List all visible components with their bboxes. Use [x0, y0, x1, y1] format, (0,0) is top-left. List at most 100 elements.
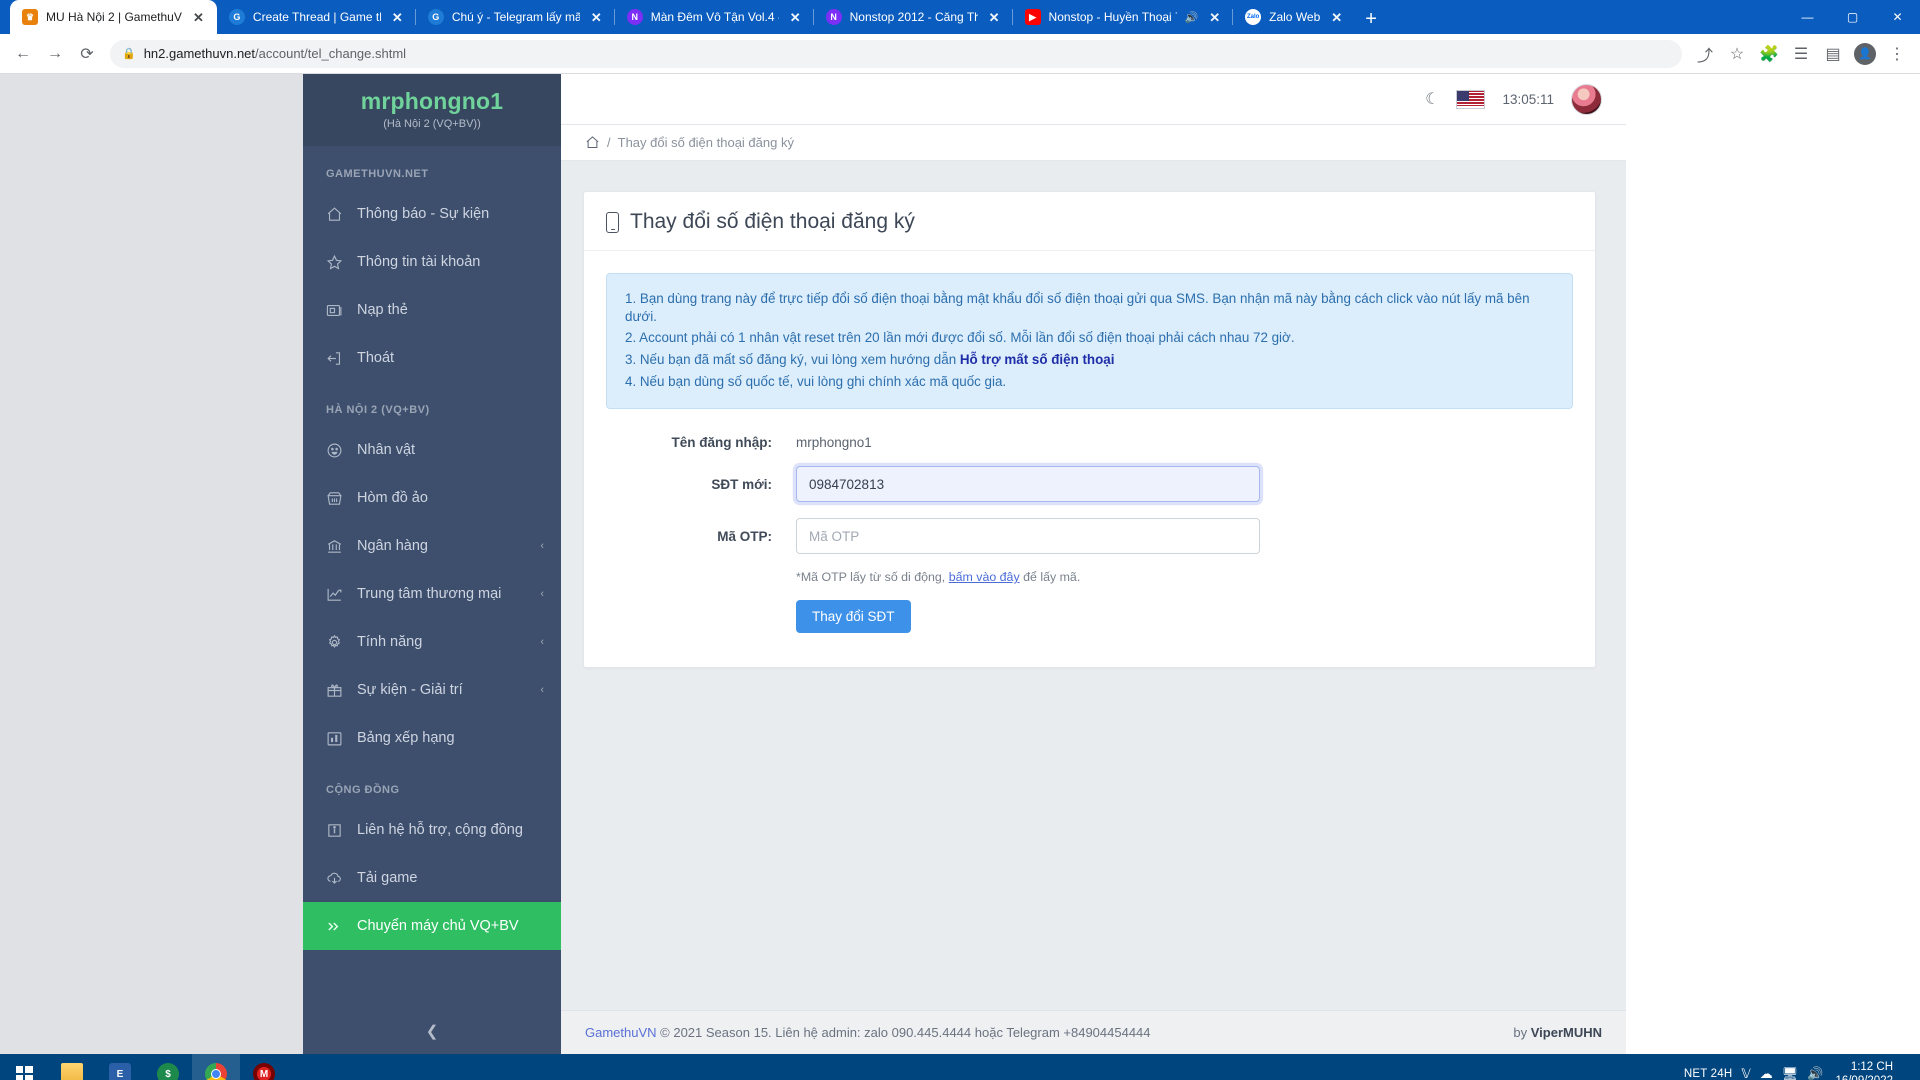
- browser-tab[interactable]: G Chú ý - Telegram lấy mã OTP mi ✕: [416, 0, 615, 34]
- reload-button[interactable]: ⟳: [72, 39, 102, 69]
- sidebar-spacer: [303, 950, 561, 1008]
- window-controls: — ▢ ✕: [1785, 0, 1920, 34]
- header-clock: 13:05:11: [1502, 92, 1554, 107]
- sidebar-item-hom-do-ao[interactable]: Hòm đồ ảo: [303, 474, 561, 522]
- browser-tab[interactable]: N Nonstop 2012 - Căng Thật Là Că ✕: [814, 0, 1013, 34]
- windows-start-icon[interactable]: [0, 1054, 48, 1080]
- star-icon[interactable]: ☆: [1722, 39, 1752, 69]
- phone-input[interactable]: [796, 466, 1260, 502]
- sidebar: mrphongno1 (Hà Nội 2 (VQ+BV)) GAMETHUVN.…: [303, 74, 561, 1054]
- star-icon: [326, 254, 352, 271]
- panel-header: Thay đổi số điện thoại đăng ký: [584, 192, 1595, 251]
- sidebar-item-su-kien-giai-tri[interactable]: Sự kiện - Giải trí ‹: [303, 666, 561, 714]
- tab-close-icon[interactable]: ✕: [389, 10, 406, 25]
- tray-label: NET 24H: [1684, 1068, 1732, 1080]
- tab-audio-icon[interactable]: 🔊: [1185, 11, 1199, 24]
- change-phone-button[interactable]: Thay đổi SĐT: [796, 600, 911, 633]
- gamethuvn-icon: G: [229, 9, 245, 25]
- home-icon[interactable]: [585, 135, 600, 150]
- smiley-icon: [326, 442, 352, 459]
- mu-game-icon[interactable]: M: [240, 1054, 288, 1080]
- profile-avatar-icon[interactable]: 👤: [1850, 39, 1880, 69]
- sidebar-item-bang-xep-hang[interactable]: Bảng xếp hạng: [303, 714, 561, 762]
- sidebar-item-label: Hòm đồ ảo: [352, 490, 544, 506]
- brand-server: (Hà Nội 2 (VQ+BV)): [303, 118, 561, 130]
- sidebar-item-tinh-nang[interactable]: Tính năng ‹: [303, 618, 561, 666]
- address-bar[interactable]: 🔒 hn2.gamethuvn.net/account/tel_change.s…: [110, 40, 1682, 68]
- tab-close-icon[interactable]: ✕: [787, 10, 804, 25]
- tab-close-icon[interactable]: ✕: [986, 10, 1003, 25]
- close-window-button[interactable]: ✕: [1875, 0, 1920, 34]
- browser-tab[interactable]: N Màn Đêm Vô Tận Vol.4 - DJ - Nh ✕: [615, 0, 814, 34]
- money-app-icon[interactable]: $: [144, 1054, 192, 1080]
- page-right-gutter: [1626, 74, 1920, 1054]
- sidebar-item-label: Bảng xếp hạng: [352, 730, 544, 746]
- info-icon: [326, 822, 352, 839]
- footer-by-name: ViperMUHN: [1531, 1025, 1602, 1040]
- network-icon[interactable]: 🖥: [1782, 1066, 1799, 1080]
- sidebar-item-nhan-vat[interactable]: Nhân vật: [303, 426, 561, 474]
- browser-tab[interactable]: ♛ MU Hà Nội 2 | GamethuVN.net - ✕: [10, 0, 217, 34]
- footer-brand-link[interactable]: GamethuVN: [585, 1025, 657, 1040]
- chrome-icon[interactable]: [192, 1054, 240, 1080]
- mu-crown-icon: ♛: [22, 9, 38, 25]
- sidebar-item-label: Sự kiện - Giải trí: [352, 682, 540, 698]
- sidebar-item-lien-he-ho-tro[interactable]: Liên hệ hỗ trợ, cộng đồng: [303, 806, 561, 854]
- notification-center-icon[interactable]: [1902, 1054, 1912, 1080]
- cloud-sync-icon[interactable]: ☁: [1760, 1066, 1773, 1080]
- sidebar-collapse-button[interactable]: ❮: [303, 1008, 561, 1054]
- tab-close-icon[interactable]: ✕: [1328, 10, 1345, 25]
- maximize-button[interactable]: ▢: [1830, 0, 1875, 34]
- basket-icon: [326, 490, 352, 507]
- notice-line: 1. Bạn dùng trang này để trực tiếp đổi s…: [625, 288, 1554, 327]
- minimize-button[interactable]: —: [1785, 0, 1830, 34]
- notice-line: 2. Account phải có 1 nhân vật reset trên…: [625, 327, 1554, 349]
- sidebar-item-thong-tin-tai-khoan[interactable]: Thông tin tài khoản: [303, 238, 561, 286]
- get-otp-link[interactable]: bấm vào đây: [949, 570, 1020, 584]
- sidebar-item-trung-tam-thuong-mai[interactable]: Trung tâm thương mại ‹: [303, 570, 561, 618]
- tab-close-icon[interactable]: ✕: [588, 10, 605, 25]
- sidebar-item-chuyen-may-chu[interactable]: Chuyển máy chủ VQ+BV: [303, 902, 561, 950]
- tab-close-icon[interactable]: ✕: [1206, 10, 1223, 25]
- sidebar-item-nap-the[interactable]: Nạp thẻ: [303, 286, 561, 334]
- browser-tab[interactable]: ▶ Nonstop - Huyền Thoại 7x 8 🔊 ✕: [1013, 0, 1234, 34]
- file-explorer-icon[interactable]: [48, 1054, 96, 1080]
- reading-list-icon[interactable]: ☰: [1786, 39, 1816, 69]
- v-app-icon[interactable]: 𝕍: [1741, 1066, 1750, 1080]
- taskbar-clock-time: 1:12 CH: [1835, 1060, 1893, 1074]
- username-value: mrphongno1: [796, 435, 872, 450]
- otp-row: Mã OTP:: [606, 518, 1573, 554]
- side-panel-icon[interactable]: ▤: [1818, 39, 1848, 69]
- support-lost-phone-link[interactable]: Hỗ trợ mất số điện thoại: [960, 352, 1115, 367]
- phone-icon: [606, 212, 619, 233]
- otp-input[interactable]: [796, 518, 1260, 554]
- sidebar-item-ngan-hang[interactable]: Ngân hàng ‹: [303, 522, 561, 570]
- us-flag-icon[interactable]: [1456, 90, 1485, 109]
- brand-username: mrphongno1: [303, 88, 561, 115]
- sidebar-item-thong-bao-su-kien[interactable]: Thông báo - Sự kiện: [303, 190, 561, 238]
- share-icon[interactable]: ⤴: [1690, 39, 1720, 69]
- new-tab-button[interactable]: +: [1355, 9, 1387, 29]
- logout-icon: [326, 350, 352, 367]
- taskbar-clock[interactable]: 1:12 CH 16/09/2022: [1832, 1060, 1893, 1080]
- forward-button[interactable]: →: [40, 39, 70, 69]
- puzzle-icon[interactable]: 🧩: [1754, 39, 1784, 69]
- three-dot-menu-icon[interactable]: ⋮: [1882, 39, 1912, 69]
- browser-tab[interactable]: G Create Thread | Game thủ Việt N ✕: [217, 0, 416, 34]
- volume-icon[interactable]: 🔊: [1807, 1066, 1823, 1080]
- gift-icon: [326, 682, 352, 699]
- otp-hint: *Mã OTP lấy từ số di động, bấm vào đây đ…: [796, 570, 1080, 584]
- sidebar-item-label: Nhân vật: [352, 442, 544, 458]
- moon-icon[interactable]: ☾: [1425, 89, 1439, 109]
- office-icon[interactable]: E: [96, 1054, 144, 1080]
- sidebar-item-tai-game[interactable]: Tải game: [303, 854, 561, 902]
- breadcrumb-separator: /: [607, 135, 611, 150]
- tab-close-icon[interactable]: ✕: [190, 10, 207, 25]
- avatar[interactable]: [1571, 84, 1602, 115]
- back-button[interactable]: ←: [8, 39, 38, 69]
- sidebar-brand[interactable]: mrphongno1 (Hà Nội 2 (VQ+BV)): [303, 74, 561, 146]
- browser-tab[interactable]: Zalo Zalo Web ✕: [1233, 0, 1355, 34]
- sidebar-item-thoat[interactable]: Thoát: [303, 334, 561, 382]
- change-phone-form: Tên đăng nhập: mrphongno1 SĐT mới: Mã OT…: [584, 409, 1595, 633]
- chevron-left-icon: ‹: [540, 540, 544, 552]
